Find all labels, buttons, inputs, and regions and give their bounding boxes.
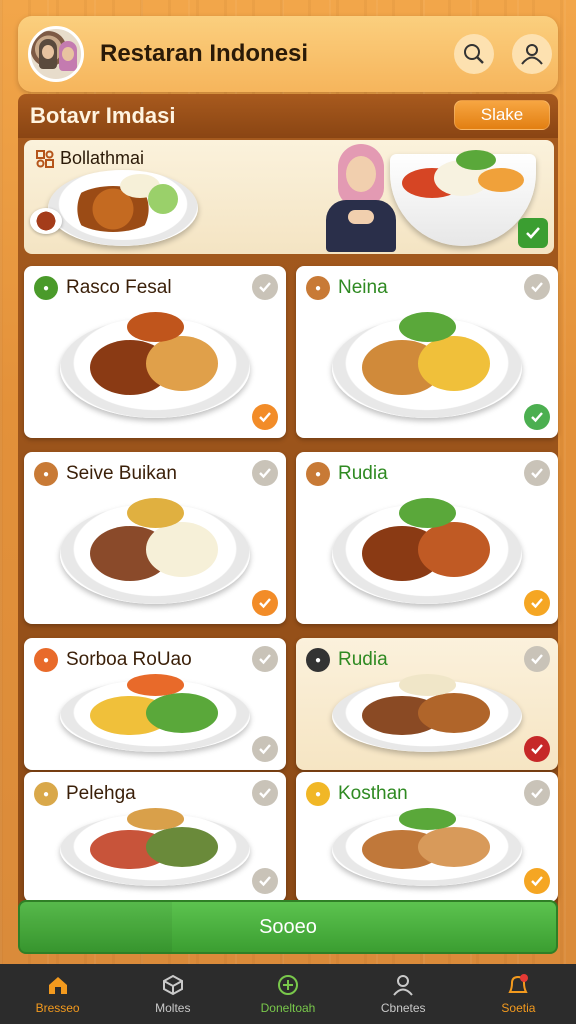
confirm-button-label: Sooeo [259,915,317,938]
select-check[interactable] [252,590,278,616]
nav-item-menu[interactable]: Moltes [115,964,230,1024]
section-header: Botavr Imdasi Slake [18,94,558,138]
dish-card-title: ● Sorboa RoUao [34,648,192,672]
avatar[interactable] [28,26,84,82]
profile-button[interactable] [512,34,552,74]
app-title: Restaran Indonesi [100,40,309,67]
dish-name: Rudia [338,463,388,484]
dish-card[interactable]: ● Rudia [296,452,558,624]
favorite-toggle[interactable] [252,646,278,672]
favorite-toggle[interactable] [524,646,550,672]
check-icon [531,412,543,423]
home-icon [46,973,70,997]
check-icon [531,744,543,755]
favorite-toggle[interactable] [252,460,278,486]
dish-icon [36,149,54,168]
nav-item-order[interactable]: Doneltoah [230,964,345,1024]
favorite-toggle[interactable] [252,780,278,806]
nav-label: Moltes [155,1001,191,1015]
select-check[interactable] [524,868,550,894]
check-icon [531,282,543,293]
confirm-button[interactable]: Sooeo [18,900,558,954]
cube-icon [161,973,185,997]
featured-banner[interactable]: Bollathmai [24,140,554,254]
dish-card-title: ● Kosthan [306,782,408,806]
favorite-toggle[interactable] [524,274,550,300]
select-check[interactable] [524,404,550,430]
check-icon [531,468,543,479]
filter-button[interactable]: Slake [454,100,550,130]
check-icon [259,468,271,479]
dish-card-title: ● Rudia [306,462,388,486]
nav-item-profile[interactable]: Cbnetes [346,964,461,1024]
dish-card-title: ● Pelehga [34,782,136,806]
category-icon: ● [306,462,330,486]
section-title: Botavr Imdasi [30,103,176,128]
check-icon [259,598,271,609]
dish-card[interactable]: ● Kosthan [296,772,558,902]
bell-icon [506,973,530,997]
nav-label: Cbnetes [380,1001,426,1015]
category-icon: ● [34,276,58,300]
check-icon [259,282,271,293]
category-icon: ● [34,462,58,486]
bottom-nav: Bresseo Moltes Doneltoah Cbnetes Soetia [0,964,576,1024]
dish-card[interactable]: ● Rudia [296,638,558,770]
favorite-toggle[interactable] [524,460,550,486]
nav-label: Bresseo [35,1001,80,1015]
search-icon [464,44,484,64]
app-header: Restaran Indonesi [18,16,558,92]
mascot-image [324,144,398,252]
dish-card[interactable]: ● Seive Buikan [24,452,286,624]
dish-card-title: ● Neina [306,276,388,300]
check-icon [531,654,543,665]
nav-label: Soetia [501,1001,536,1015]
banner-label: Bollathmai [36,148,144,169]
category-icon: ● [306,276,330,300]
dish-card[interactable]: ● Sorboa RoUao [24,638,286,770]
dish-card-title: ● Rudia [306,648,388,672]
select-check[interactable] [524,590,550,616]
check-icon [259,744,271,755]
check-icon [531,598,543,609]
plus-icon [276,973,300,997]
check-icon [531,788,543,799]
check-icon [531,876,543,887]
check-icon [259,788,271,799]
nav-item-home[interactable]: Bresseo [0,964,115,1024]
check-icon [259,412,271,423]
category-icon: ● [306,648,330,672]
select-check[interactable] [524,736,550,762]
search-button[interactable] [454,34,494,74]
dish-name: Sorboa RoUao [66,649,192,670]
favorite-toggle[interactable] [252,274,278,300]
select-check[interactable] [252,404,278,430]
dish-card[interactable]: ● Neina [296,266,558,438]
user-icon [521,44,543,65]
dish-name: Seive Buikan [66,463,177,484]
select-check[interactable] [518,218,548,248]
dish-card-title: ● Rasco Fesal [34,276,172,300]
select-check[interactable] [252,736,278,762]
dish-name: Rasco Fesal [66,277,172,298]
select-check[interactable] [252,868,278,894]
banner-label-text: Bollathmai [60,148,145,168]
user-icon [391,973,415,997]
dish-card-title: ● Seive Buikan [34,462,177,486]
category-icon: ● [306,782,330,806]
dish-name: Pelehga [66,783,136,804]
dish-card[interactable]: ● Pelehga [24,772,286,902]
nav-item-notifications[interactable]: Soetia [461,964,576,1024]
nav-label: Doneltoah [260,1001,316,1015]
check-icon [259,654,271,665]
dish-name: Rudia [338,649,388,670]
dish-card[interactable]: ● Rasco Fesal [24,266,286,438]
favorite-toggle[interactable] [524,780,550,806]
dish-name: Kosthan [338,783,408,804]
check-icon [259,876,271,887]
category-icon: ● [34,782,58,806]
category-icon: ● [34,648,58,672]
dish-name: Neina [338,277,388,298]
